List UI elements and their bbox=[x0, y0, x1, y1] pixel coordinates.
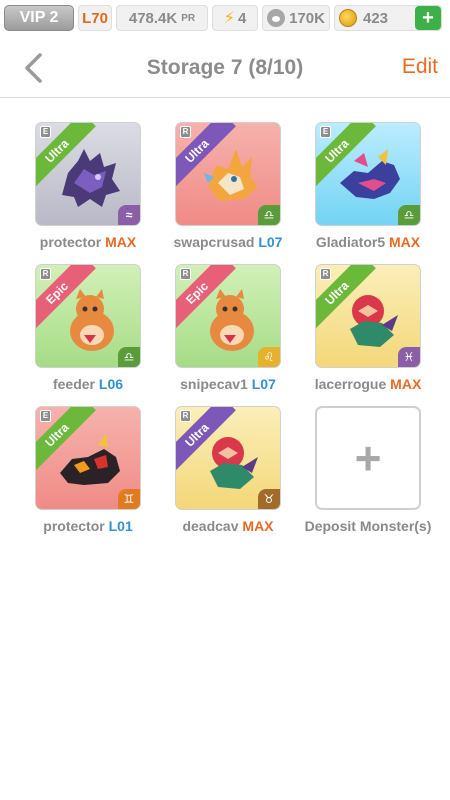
plus-icon: + bbox=[354, 432, 382, 484]
monster-slot[interactable]: Ultra R ♉ deadcav MAX bbox=[158, 406, 298, 534]
status-bar: VIP 2 L70 478.4K PR ⚡ 4 170K 423 + bbox=[0, 0, 450, 36]
monster-label: swapcrusad L07 bbox=[174, 234, 283, 250]
monster-slot[interactable]: Epic R ♌ snipecav1 L07 bbox=[158, 264, 298, 392]
vip-badge[interactable]: VIP 2 bbox=[4, 5, 74, 31]
zodiac-libra-icon: ♎ bbox=[398, 205, 420, 225]
zodiac-libra-icon: ♎ bbox=[258, 205, 280, 225]
monster-card[interactable]: Ultra R ♉ bbox=[175, 406, 281, 510]
monster-card[interactable]: Ultra R ♓ bbox=[315, 264, 421, 368]
element-tag: E bbox=[320, 126, 331, 138]
energy-value: 4 bbox=[237, 9, 247, 27]
food-counter: 170K bbox=[262, 5, 330, 31]
paw-icon bbox=[267, 9, 286, 27]
page-title: Storage 7 (8/10) bbox=[146, 56, 304, 79]
monster-slot[interactable]: Epic R ♎ feeder L06 bbox=[18, 264, 158, 392]
monster-name: snipecav1 bbox=[180, 376, 248, 392]
element-tag: R bbox=[320, 268, 331, 280]
monster-level: L07 bbox=[251, 376, 276, 392]
storage-header: Storage 7 (8/10) Edit bbox=[0, 38, 450, 98]
monster-level: MAX bbox=[390, 376, 422, 392]
edit-button[interactable]: Edit bbox=[402, 55, 438, 79]
monster-slot[interactable]: Ultra R ♓ lacerrogue MAX bbox=[298, 264, 438, 392]
deposit-slot[interactable]: + Deposit Monster(s) bbox=[298, 406, 438, 534]
monster-slot[interactable]: Ultra R ♎ swapcrusad L07 bbox=[158, 122, 298, 250]
monster-label: protector MAX bbox=[40, 234, 136, 250]
monster-label: deadcav MAX bbox=[182, 518, 273, 534]
zodiac-pisces-icon: ♓ bbox=[398, 347, 420, 367]
coin-icon bbox=[339, 9, 357, 27]
monster-card[interactable]: Ultra E ≈ bbox=[35, 122, 141, 226]
monster-level: L06 bbox=[98, 376, 124, 392]
element-tag: R bbox=[180, 268, 191, 280]
monster-name: lacerrogue bbox=[314, 376, 387, 392]
monster-level: L07 bbox=[258, 234, 283, 250]
element-tag: E bbox=[40, 126, 51, 138]
element-tag: R bbox=[180, 410, 191, 422]
zodiac-gemini-icon: ♊ bbox=[118, 489, 140, 509]
gold-value: 423 bbox=[363, 9, 389, 27]
monster-level: L01 bbox=[108, 518, 133, 534]
element-tag: R bbox=[180, 126, 191, 138]
add-gold-button[interactable]: + bbox=[415, 6, 441, 30]
deposit-monster-button[interactable]: + bbox=[315, 406, 421, 510]
monster-label: protector L01 bbox=[43, 518, 132, 534]
deposit-label: Deposit Monster(s) bbox=[304, 518, 432, 534]
power-value: 478.4K bbox=[128, 9, 178, 27]
power-rating: 478.4K PR bbox=[116, 5, 208, 31]
monster-card[interactable]: Ultra R ♎ bbox=[175, 122, 281, 226]
monster-level: MAX bbox=[105, 234, 137, 250]
monster-name: protector bbox=[43, 518, 105, 534]
element-tag: E bbox=[40, 410, 51, 422]
monster-name: deadcav bbox=[182, 518, 239, 534]
monster-card[interactable]: Epic R ♌ bbox=[175, 264, 281, 368]
monster-label: lacerrogue MAX bbox=[315, 376, 422, 392]
energy-counter: ⚡ 4 bbox=[212, 5, 258, 31]
food-value: 170K bbox=[289, 9, 325, 27]
zodiac-libra-icon: ♎ bbox=[118, 347, 140, 367]
monster-grid: Ultra E ≈ protector MAX Ultra R ♎ swapcr… bbox=[18, 122, 438, 534]
zodiac-leo-icon: ♌ bbox=[258, 347, 280, 367]
monster-card[interactable]: Ultra E ♊ bbox=[35, 406, 141, 510]
monster-level: MAX bbox=[389, 234, 421, 250]
monster-slot[interactable]: Ultra E ♎ Gladiator5 MAX bbox=[298, 122, 438, 250]
monster-name: swapcrusad bbox=[173, 234, 255, 250]
monster-label: feeder L06 bbox=[53, 376, 123, 392]
monster-level: MAX bbox=[242, 518, 274, 534]
monster-card[interactable]: Ultra E ♎ bbox=[315, 122, 421, 226]
monster-slot[interactable]: Ultra E ≈ protector MAX bbox=[18, 122, 158, 250]
monster-name: feeder bbox=[52, 376, 95, 392]
zodiac-taurus-icon: ♉ bbox=[258, 489, 280, 509]
monster-label: Gladiator5 MAX bbox=[316, 234, 420, 250]
monster-card[interactable]: Epic R ♎ bbox=[35, 264, 141, 368]
monster-name: protector bbox=[39, 234, 102, 250]
power-unit: PR bbox=[181, 12, 196, 24]
lightning-icon: ⚡ bbox=[223, 10, 235, 27]
gold-counter: 423 + bbox=[334, 5, 442, 31]
monster-label: snipecav1 L07 bbox=[180, 376, 276, 392]
monster-slot[interactable]: Ultra E ♊ protector L01 bbox=[18, 406, 158, 534]
player-level: L70 bbox=[78, 5, 112, 31]
monster-name: Gladiator5 bbox=[315, 234, 386, 250]
element-tag: R bbox=[40, 268, 51, 280]
zodiac-aquarius-icon: ≈ bbox=[118, 205, 140, 225]
